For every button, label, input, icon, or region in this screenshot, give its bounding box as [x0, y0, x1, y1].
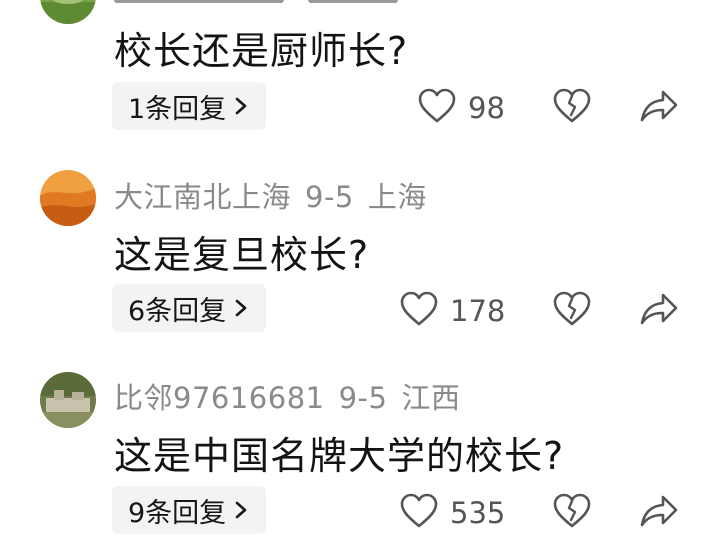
comment-date: 9-5 [338, 381, 388, 415]
avatar[interactable] [40, 372, 96, 428]
share-button[interactable] [639, 291, 679, 331]
like-button[interactable]: 535 [400, 493, 505, 533]
comment-text: 校长还是厨师长? [114, 29, 409, 73]
comment-text: 这是中国名牌大学的校长? [114, 434, 565, 478]
comment-meta: 大江南北上海 9-5 上海 [114, 174, 441, 216]
avatar[interactable] [40, 0, 96, 24]
dislike-button[interactable] [553, 88, 591, 128]
dislike-button[interactable] [553, 493, 591, 533]
like-button[interactable]: 178 [400, 291, 505, 331]
comment-text: 这是复旦校长? [114, 233, 370, 277]
view-replies-button[interactable]: 6条回复 [112, 284, 267, 332]
like-count: 178 [450, 294, 506, 328]
share-arrow-icon [639, 88, 679, 128]
heart-icon [400, 493, 438, 533]
chevron-right-icon [234, 96, 248, 116]
heart-icon [418, 88, 456, 128]
avatar[interactable] [40, 170, 96, 226]
chevron-right-icon [234, 298, 248, 318]
comment-meta: 比邻97616681 9-5 江西 [114, 375, 475, 417]
username[interactable]: 大江南北上海 [114, 180, 291, 214]
comment-location: 上海 [367, 180, 427, 214]
chevron-right-icon [234, 500, 248, 520]
view-replies-button[interactable]: 9条回复 [112, 486, 267, 534]
like-button[interactable]: 98 [418, 88, 505, 128]
broken-heart-icon [553, 291, 591, 331]
broken-heart-icon [553, 493, 591, 533]
dislike-button[interactable] [553, 291, 591, 331]
share-button[interactable] [639, 493, 679, 533]
reply-count-label: 6条回复 [128, 295, 227, 327]
comment-date: 9-5 [305, 180, 354, 214]
comment-location: 江西 [401, 381, 461, 415]
broken-heart-icon [553, 88, 591, 128]
share-arrow-icon [639, 493, 679, 533]
heart-icon [400, 291, 438, 331]
reply-count-label: 1条回复 [128, 93, 227, 125]
like-count: 98 [468, 91, 505, 125]
share-button[interactable] [639, 88, 679, 128]
view-replies-button[interactable]: 1条回复 [112, 82, 267, 130]
like-count: 535 [450, 496, 506, 530]
reply-count-label: 9条回复 [128, 497, 227, 529]
share-arrow-icon [639, 291, 679, 331]
username[interactable]: 比邻97616681 [114, 381, 325, 415]
comment-meta-cut [114, 0, 412, 8]
